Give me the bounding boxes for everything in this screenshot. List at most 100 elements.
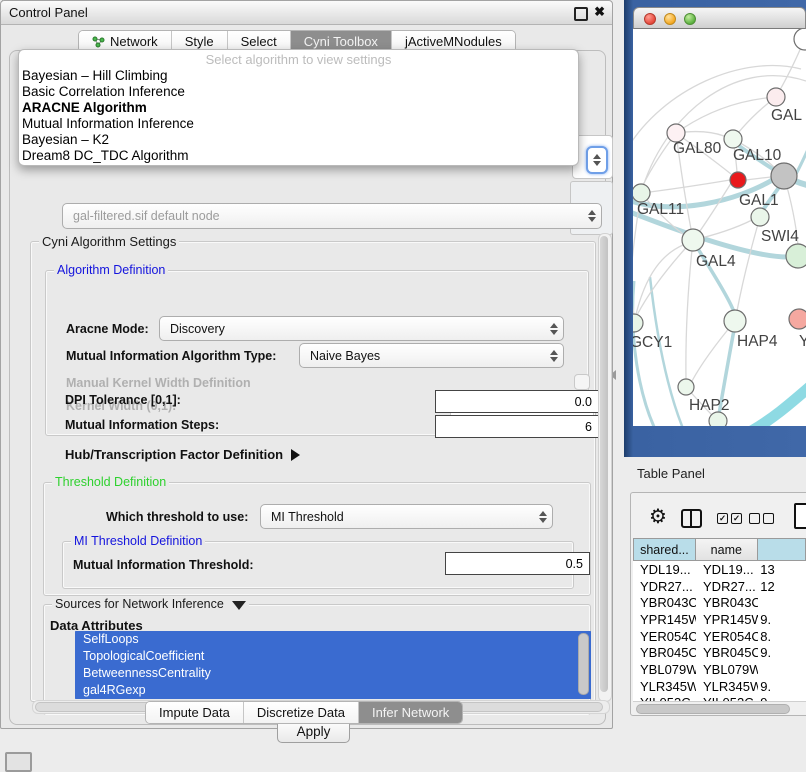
- manual-kernel-checkbox[interactable]: [574, 374, 590, 390]
- table-horizontal-scrollbar[interactable]: [633, 701, 806, 714]
- column-header-name[interactable]: name: [696, 538, 758, 561]
- sources-group-title[interactable]: Sources for Network Inference: [52, 597, 249, 611]
- network-node-hap4[interactable]: [724, 310, 746, 332]
- attributes-list-scrollbar[interactable]: [578, 633, 589, 695]
- network-node-swi4[interactable]: [751, 208, 769, 226]
- aracne-mode-combo[interactable]: Discovery: [159, 316, 564, 341]
- network-node-gal11[interactable]: [633, 184, 650, 202]
- deselect-all-icon[interactable]: [749, 513, 774, 524]
- algorithm-option[interactable]: Bayesian – K2: [19, 132, 578, 148]
- data-attribute-item[interactable]: TopologicalCoefficient: [75, 648, 591, 665]
- combo-arrows-icon: [588, 210, 596, 222]
- hub-definition-toggle[interactable]: Hub/Transcription Factor Definition: [65, 447, 300, 462]
- network-node[interactable]: [771, 163, 797, 189]
- close-icon[interactable]: ✖: [594, 4, 605, 20]
- node-label: GAL: [771, 107, 802, 124]
- table-header-row: shared...name: [633, 538, 806, 561]
- algorithm-option[interactable]: ARACNE Algorithm: [19, 100, 578, 116]
- network-node-gcy1[interactable]: [633, 314, 643, 332]
- table-cell: YDR27...: [633, 579, 696, 594]
- control-panel-titlebar[interactable]: Control Panel ✖: [1, 1, 612, 25]
- table-cell: YBL079W: [696, 662, 758, 677]
- network-node-gal1[interactable]: [730, 172, 746, 188]
- network-node-gal10[interactable]: [724, 130, 742, 148]
- network-edge: [650, 180, 730, 192]
- data-attribute-item[interactable]: gal4RGexp: [75, 682, 591, 699]
- table-cell: 9.: [758, 645, 806, 660]
- window-title: Control Panel: [9, 5, 88, 20]
- dpi-tolerance-field[interactable]: 0.0: [435, 390, 599, 413]
- tab-label: Cyni Toolbox: [304, 34, 378, 49]
- algorithm-option[interactable]: Mutual Information Inference: [19, 116, 578, 132]
- split-columns-icon[interactable]: [681, 509, 702, 528]
- table-row[interactable]: YDL19...YDL19...13: [633, 561, 806, 578]
- network-node-y[interactable]: [789, 309, 806, 329]
- column-header[interactable]: [758, 538, 806, 561]
- data-attribute-item[interactable]: BetweennessCentrality: [75, 665, 591, 682]
- data-attributes-list[interactable]: SelfLoopsTopologicalCoefficientBetweenne…: [75, 631, 591, 699]
- node-label: GAL10: [733, 147, 782, 164]
- mi-algorithm-type-combo[interactable]: Naive Bayes: [299, 343, 564, 368]
- algorithm-option[interactable]: Bayesian – Hill Climbing: [19, 68, 578, 84]
- tab-impute-data[interactable]: Impute Data: [146, 702, 244, 723]
- network-window-titlebar[interactable]: [633, 7, 806, 29]
- network-canvas[interactable]: GALGAL80GAL10GAL1GAL11SWI4GAL4GCY1HAP4YH…: [633, 29, 806, 426]
- table-row[interactable]: YDR27...YDR27...12: [633, 578, 806, 595]
- float-window-icon[interactable]: [574, 7, 588, 21]
- algorithm-combo-focused-cap[interactable]: [586, 146, 608, 174]
- tab-infer-network[interactable]: Infer Network: [359, 702, 462, 723]
- tab-label: Network: [110, 34, 158, 49]
- table-cell: YDL19...: [633, 562, 696, 577]
- mi-steps-field[interactable]: 6: [435, 415, 599, 438]
- minimize-traffic-light[interactable]: [664, 13, 676, 25]
- node-label: Y: [799, 333, 806, 350]
- manual-kernel-label: Manual Kernel Width Definition: [66, 376, 251, 390]
- network-node-gal4[interactable]: [682, 229, 704, 251]
- algorithm-popup-prompt: Select algorithm to view settings: [19, 50, 578, 68]
- network-table-combo[interactable]: gal-filtered.sif default node: [62, 203, 602, 229]
- algorithm-option[interactable]: Dream8 DC_TDC Algorithm: [19, 148, 578, 164]
- network-node[interactable]: [709, 412, 727, 426]
- algorithm-option[interactable]: Basic Correlation Inference: [19, 84, 578, 100]
- table-row[interactable]: YLR345WYLR345W9.: [633, 678, 806, 695]
- table-cell: YBR043C: [633, 595, 696, 610]
- gear-icon[interactable]: ⚙: [649, 507, 667, 527]
- hub-definition-label: Hub/Transcription Factor Definition: [65, 447, 283, 462]
- floating-palette-fragment: [5, 752, 32, 772]
- table-row[interactable]: YBL079WYBL079W: [633, 661, 806, 678]
- network-edge: [746, 177, 771, 180]
- network-edge: [748, 384, 806, 426]
- column-header-shared[interactable]: shared...: [633, 538, 696, 561]
- table-row[interactable]: YPR145WYPR145W9.: [633, 611, 806, 628]
- threshold-definition-title: Threshold Definition: [52, 475, 169, 489]
- aracne-mode-label: Aracne Mode:: [66, 322, 149, 336]
- network-node-hap2[interactable]: [678, 379, 694, 395]
- cyni-algorithm-settings-group: Cyni Algorithm Settings Algorithm Defini…: [30, 241, 596, 702]
- page-icon[interactable]: [794, 503, 806, 529]
- table-cell: YER054C: [633, 629, 696, 644]
- network-node[interactable]: [794, 29, 806, 50]
- mi-threshold-label: Mutual Information Threshold:: [73, 558, 254, 572]
- table-cell: 8.: [758, 629, 806, 644]
- network-node[interactable]: [786, 244, 806, 268]
- zoom-traffic-light[interactable]: [684, 13, 696, 25]
- node-label: GCY1: [633, 334, 672, 351]
- close-traffic-light[interactable]: [644, 13, 656, 25]
- network-node-gal[interactable]: [767, 88, 785, 106]
- table-row[interactable]: YBR045CYBR045C9.: [633, 644, 806, 661]
- node-table: shared...name YDL19...YDL19...13YDR27...…: [633, 538, 806, 701]
- tab-label: Style: [185, 34, 214, 49]
- table-row[interactable]: YER054CYER054C8.: [633, 628, 806, 645]
- tab-discretize-data[interactable]: Discretize Data: [244, 702, 359, 723]
- mi-threshold-definition-group: MI Threshold Definition Mutual Informati…: [62, 541, 574, 589]
- select-all-icon[interactable]: ✓✓: [717, 513, 742, 524]
- table-row[interactable]: YBR043CYBR043C: [633, 594, 806, 611]
- data-attribute-item[interactable]: SelfLoops: [75, 631, 591, 648]
- apply-button-label: Apply: [297, 724, 331, 739]
- table-panel-title: Table Panel: [637, 466, 705, 481]
- table-cell: YLR345W: [696, 679, 758, 694]
- which-threshold-combo[interactable]: MI Threshold: [260, 504, 553, 529]
- settings-vertical-scrollbar[interactable]: [598, 233, 612, 702]
- tab-label: Discretize Data: [257, 705, 345, 720]
- mi-threshold-field[interactable]: 0.5: [445, 552, 590, 575]
